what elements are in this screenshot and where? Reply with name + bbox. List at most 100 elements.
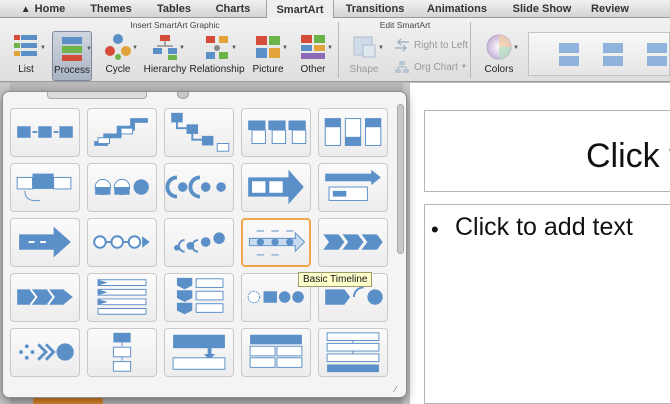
shape-button[interactable]: ▼ Shape — [344, 31, 384, 81]
ribbon-tab-bar: ▲ Home Themes Tables Charts SmartArt Tra… — [0, 0, 670, 19]
gallery-item-staggered-process[interactable] — [164, 328, 234, 377]
org-chart-icon — [394, 60, 410, 74]
other-icon: ▼ — [300, 33, 333, 61]
gallery-scrollbar[interactable] — [395, 100, 406, 392]
style-thumbnail[interactable] — [557, 41, 581, 69]
relationship-label: Relationship — [189, 64, 245, 75]
gallery-item-chevron-list[interactable] — [318, 218, 388, 267]
relationship-button[interactable]: ▼ Relationship — [189, 31, 245, 81]
popup-tab — [47, 92, 147, 99]
list-button[interactable]: ▼ List — [6, 31, 46, 81]
gallery-item-vertical-chevron-list[interactable] — [87, 273, 157, 322]
home-icon: ▲ — [20, 3, 31, 15]
picture-icon: ▼ — [255, 33, 288, 61]
list-label: List — [18, 64, 34, 75]
gallery-item-accent-process[interactable] — [241, 108, 311, 157]
chevron-down-icon: ▼ — [231, 45, 237, 51]
cycle-label: Cycle — [105, 64, 131, 75]
tab-tables[interactable]: Tables — [148, 0, 200, 18]
right-to-left-label: Right to Left — [414, 39, 468, 51]
tab-smartart[interactable]: SmartArt — [266, 0, 334, 19]
popup-tab-knob — [177, 92, 189, 99]
gallery-item-circle-accent-timeline[interactable] — [10, 328, 80, 377]
other-button[interactable]: ▼ Other — [293, 31, 333, 81]
gallery-item-ascending-picture-process[interactable] — [164, 218, 234, 267]
gallery-item-continuous-block-process[interactable] — [10, 163, 80, 212]
color-wheel-icon: ▼ — [486, 33, 519, 61]
title-placeholder-text: Click t — [586, 137, 670, 175]
chevron-down-icon: ▼ — [86, 46, 92, 52]
tab-home[interactable]: ▲ Home — [12, 0, 74, 18]
org-chart-button[interactable]: Org Chart ▼ — [394, 60, 467, 74]
gallery-item-process-arrows[interactable] — [10, 218, 80, 267]
style-thumbnail[interactable] — [645, 41, 669, 69]
tab-home-label: Home — [34, 3, 66, 15]
gallery-item-basic-process[interactable] — [10, 108, 80, 157]
tab-animations[interactable]: Animations — [420, 0, 494, 18]
hierarchy-icon: ▼ — [152, 33, 185, 61]
gallery-item-repeating-bending-process[interactable] — [318, 163, 388, 212]
process-label: Process — [53, 65, 91, 76]
tab-review[interactable]: Review — [584, 0, 636, 18]
tab-slide-show[interactable]: Slide Show — [504, 0, 580, 18]
tab-smartart-label: SmartArt — [276, 3, 324, 16]
tab-charts[interactable]: Charts — [206, 0, 260, 18]
right-to-left-icon — [394, 38, 410, 52]
chevron-down-icon: ▼ — [327, 45, 333, 51]
shape-label: Shape — [349, 64, 379, 75]
process-button[interactable]: ▼ Process — [52, 31, 92, 81]
picture-label: Picture — [252, 64, 284, 75]
chevron-down-icon: ▼ — [378, 45, 384, 51]
group-separator — [338, 22, 339, 78]
smartart-styles-gallery[interactable] — [528, 32, 670, 76]
edit-group-title: Edit SmartArt — [379, 20, 431, 30]
tab-themes[interactable]: Themes — [80, 0, 142, 18]
gallery-item-vertical-equation[interactable] — [318, 328, 388, 377]
right-to-left-button[interactable]: Right to Left — [394, 38, 468, 52]
tab-animations-label: Animations — [427, 3, 487, 15]
process-gallery-popup: ∕ — [2, 91, 407, 398]
gallery-item-vertical-process[interactable] — [87, 328, 157, 377]
gallery-item-half-circle-process[interactable] — [164, 163, 234, 212]
gallery-item-circle-arrow-process[interactable] — [87, 218, 157, 267]
org-chart-label: Org Chart — [414, 61, 458, 73]
cycle-icon: ▼ — [105, 33, 138, 61]
body-placeholder-text: Click to add text — [455, 213, 633, 241]
ribbon: Insert SmartArt Graphic Edit SmartArt ▼ … — [0, 18, 670, 82]
tab-transitions[interactable]: Transitions — [338, 0, 412, 18]
chevron-down-icon: ▼ — [132, 45, 138, 51]
hierarchy-button[interactable]: ▼ Hierarchy — [143, 31, 187, 81]
colors-button[interactable]: ▼ Colors — [478, 31, 520, 81]
style-thumbnail[interactable] — [601, 41, 625, 69]
tab-themes-label: Themes — [90, 3, 132, 15]
chevron-down-icon: ▼ — [40, 45, 46, 51]
colors-label: Colors — [484, 64, 514, 75]
gallery-item-alternating-flow[interactable] — [318, 108, 388, 157]
cycle-button[interactable]: ▼ Cycle — [98, 31, 138, 81]
gallery-item-arrow-process[interactable] — [241, 163, 311, 212]
list-icon: ▼ — [13, 33, 46, 61]
chevron-down-icon: ▼ — [282, 45, 288, 51]
chevron-down-icon: ▼ — [460, 64, 467, 70]
insert-group-title: Insert SmartArt Graphic — [130, 20, 220, 30]
hierarchy-label: Hierarchy — [143, 64, 187, 75]
group-separator — [470, 22, 471, 78]
gallery-item-basic-timeline[interactable] — [241, 218, 311, 267]
bullet: • — [431, 217, 439, 242]
relationship-icon: ▼ — [204, 33, 237, 61]
other-label: Other — [300, 64, 326, 75]
gallery-item-process-list[interactable] — [241, 328, 311, 377]
tab-tables-label: Tables — [156, 3, 192, 15]
gallery-item-basic-chevron-process[interactable] — [10, 273, 80, 322]
gallery-tooltip: Basic Timeline — [298, 272, 373, 287]
gallery-item-step-up-process[interactable] — [87, 108, 157, 157]
gallery-scrollbar-thumb[interactable] — [397, 104, 404, 254]
gallery-item-vertical-arrow-list[interactable] — [164, 273, 234, 322]
picture-button[interactable]: ▼ Picture — [248, 31, 288, 81]
gallery-item-step-down-process[interactable] — [164, 108, 234, 157]
process-icon: ▼ — [59, 34, 92, 62]
resize-grip-icon[interactable]: ∕ — [395, 384, 405, 394]
gallery-item-basic-circle-process[interactable] — [87, 163, 157, 212]
chevron-down-icon: ▼ — [179, 45, 185, 51]
shape-icon: ▼ — [351, 33, 384, 61]
